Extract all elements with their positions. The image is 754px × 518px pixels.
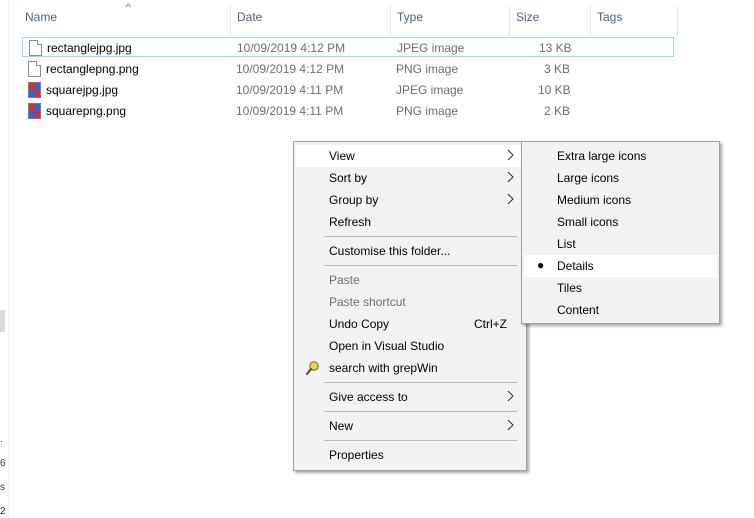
menu-item-label: Medium icons — [557, 193, 632, 207]
menu-item-group-by[interactable]: Group by — [296, 189, 524, 211]
file-name: squarejpg.jpg — [46, 83, 119, 97]
column-header-date[interactable]: Date — [237, 10, 262, 24]
menu-item-label: Customise this folder... — [329, 244, 451, 258]
column-divider[interactable] — [230, 6, 231, 36]
menu-item-label: Give access to — [329, 390, 408, 404]
view-option-list[interactable]: List — [524, 233, 717, 255]
image-thumbnail-icon — [28, 82, 41, 98]
menu-item-label: Open in Visual Studio — [329, 339, 445, 353]
menu-separator — [324, 382, 517, 383]
file-date: 10/09/2019 4:12 PM — [236, 62, 345, 76]
column-header-type[interactable]: Type — [397, 10, 423, 24]
menu-item-search-with-grepwin[interactable]: search with grepWin — [296, 357, 524, 379]
file-size: 2 KB — [544, 104, 571, 118]
menu-item-label: search with grepWin — [329, 361, 438, 375]
menu-item-refresh[interactable]: Refresh — [296, 211, 524, 233]
view-option-small-icons[interactable]: Small icons — [524, 211, 717, 233]
menu-separator — [324, 236, 517, 237]
menu-item-label: Paste shortcut — [329, 295, 406, 309]
file-name: rectanglepng.png — [46, 62, 139, 76]
menu-item-new[interactable]: New — [296, 415, 524, 437]
menu-separator — [324, 440, 517, 441]
menu-item-label: Paste — [329, 273, 360, 287]
navigation-selected-item[interactable] — [0, 310, 5, 332]
file-date: 10/09/2019 4:12 PM — [237, 41, 346, 55]
column-divider[interactable] — [390, 6, 391, 36]
keyboard-shortcut: Ctrl+Z — [474, 317, 507, 331]
sort-ascending-icon: ^ — [125, 2, 131, 12]
menu-item-label: List — [557, 237, 576, 251]
column-header-tags[interactable]: Tags — [597, 10, 622, 24]
menu-item-label: View — [329, 149, 355, 163]
menu-item-give-access-to[interactable]: Give access to — [296, 386, 524, 408]
menu-separator — [324, 411, 517, 412]
file-name: rectanglejpg.jpg — [47, 41, 132, 55]
menu-item-label: Sort by — [329, 171, 368, 185]
magnifier-icon — [305, 361, 319, 376]
menu-item-label: Undo Copy — [329, 317, 390, 331]
menu-item-sort-by[interactable]: Sort by — [296, 167, 524, 189]
column-divider[interactable] — [590, 6, 591, 36]
column-header-size[interactable]: Size — [516, 10, 539, 24]
nav-fragment: . — [0, 434, 3, 445]
navigation-pane-edge: . 6 s 2 — [0, 0, 9, 518]
chevron-right-icon — [507, 171, 514, 183]
file-size: 13 KB — [539, 41, 572, 55]
file-type: JPEG image — [396, 83, 464, 97]
chevron-right-icon — [507, 390, 514, 402]
column-divider[interactable] — [677, 6, 678, 36]
view-option-content[interactable]: Content — [524, 299, 717, 321]
image-thumbnail-icon — [28, 103, 41, 119]
blank-file-icon — [29, 40, 42, 56]
view-option-medium-icons[interactable]: Medium icons — [524, 189, 717, 211]
view-option-tiles[interactable]: Tiles — [524, 277, 717, 299]
file-size: 3 KB — [544, 62, 571, 76]
nav-fragment: 6 — [0, 458, 6, 469]
menu-item-label: New — [329, 419, 354, 433]
menu-item-view[interactable]: View — [296, 145, 524, 167]
column-header-name[interactable]: Name — [25, 10, 57, 24]
file-row[interactable]: rectanglepng.png 10/09/2019 4:12 PM PNG … — [22, 59, 674, 79]
menu-item-label: Content — [557, 303, 600, 317]
menu-item-label: Refresh — [329, 215, 372, 229]
chevron-right-icon — [507, 149, 514, 161]
menu-item-properties[interactable]: Properties — [296, 444, 524, 466]
chevron-right-icon — [507, 193, 514, 205]
menu-item-label: Small icons — [557, 215, 619, 229]
file-type: JPEG image — [397, 41, 465, 55]
menu-item-label: Group by — [329, 193, 379, 207]
file-date: 10/09/2019 4:11 PM — [236, 104, 344, 118]
menu-item-open-in-visual-studio[interactable]: Open in Visual Studio — [296, 335, 524, 357]
file-type: PNG image — [396, 104, 459, 118]
chevron-right-icon — [507, 419, 514, 431]
menu-item-label: Properties — [329, 448, 384, 462]
menu-separator — [324, 265, 517, 266]
menu-item-paste[interactable]: Paste — [296, 269, 524, 291]
file-type: PNG image — [396, 62, 459, 76]
blank-file-icon — [28, 61, 41, 77]
column-header-row: ^ Name Date Type Size Tags — [8, 0, 678, 36]
file-row[interactable]: squarepng.png 10/09/2019 4:11 PM PNG ima… — [22, 101, 674, 121]
file-date: 10/09/2019 4:11 PM — [236, 83, 344, 97]
menu-item-label: Large icons — [557, 171, 620, 185]
view-submenu: Extra large icons Large icons Medium ico… — [521, 141, 720, 324]
view-option-large-icons[interactable]: Large icons — [524, 167, 717, 189]
view-option-extra-large-icons[interactable]: Extra large icons — [524, 145, 717, 167]
context-menu: View Sort by Group by Refresh Customise … — [293, 141, 527, 471]
radio-bullet-icon: ● — [537, 258, 545, 272]
nav-fragment: 2 — [0, 506, 6, 517]
nav-fragment: s — [0, 482, 5, 493]
menu-item-label: Details — [557, 259, 594, 273]
menu-item-paste-shortcut[interactable]: Paste shortcut — [296, 291, 524, 313]
file-name: squarepng.png — [46, 104, 127, 118]
file-row[interactable]: squarejpg.jpg 10/09/2019 4:11 PM JPEG im… — [22, 80, 674, 100]
menu-item-label: Extra large icons — [557, 149, 647, 163]
menu-item-label: Tiles — [557, 281, 582, 295]
file-size: 10 KB — [538, 83, 571, 97]
file-row[interactable]: rectanglejpg.jpg 10/09/2019 4:12 PM JPEG… — [22, 37, 674, 57]
column-divider[interactable] — [509, 6, 510, 36]
view-option-details[interactable]: ● Details — [524, 255, 717, 277]
menu-item-undo-copy[interactable]: Undo Copy Ctrl+Z — [296, 313, 524, 335]
menu-item-customise-folder[interactable]: Customise this folder... — [296, 240, 524, 262]
